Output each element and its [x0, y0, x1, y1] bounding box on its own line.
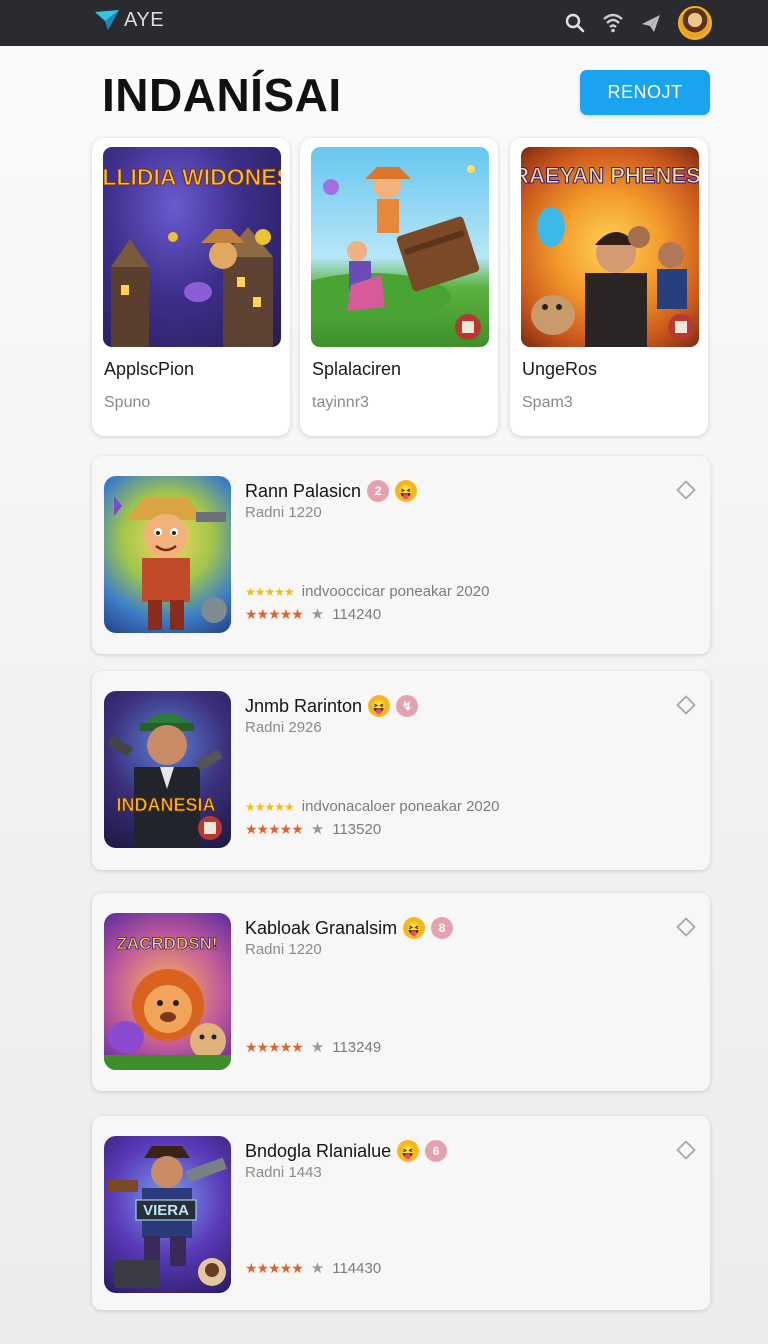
row-art: VIERA [104, 1136, 231, 1293]
row-meta: Radni 1220 [245, 504, 322, 521]
game-card[interactable]: CRAEYAN PHENESIA UngeRos Spam3 [510, 138, 708, 436]
row-art: ZACRDDSN! [104, 913, 231, 1070]
rating-stars: ★★★★★ [245, 605, 304, 622]
emoji-badge: 😝 [368, 695, 391, 717]
card-art-title: CRAEYAN PHENESIA [521, 163, 699, 188]
card-title: ApplscPion [104, 359, 195, 379]
soldier-art: INDANESIA [107, 713, 223, 848]
search-icon[interactable] [564, 12, 586, 34]
row-meta: Radni 1220 [245, 941, 322, 958]
report-button[interactable]: RENOJT [580, 70, 710, 115]
lion-art: ZACRDDSN! [104, 934, 231, 1070]
page-title: INDANÍSAI [102, 69, 342, 121]
row-meta: Radni 1443 [245, 1164, 322, 1181]
castle-art: CALLIDIA WIDONESIA [103, 164, 281, 347]
list-item[interactable]: Rann Palasicn 2 😝 Radni 1220 ★★★★★ indvo… [92, 456, 710, 654]
row-art-title: ZACRDDSN! [116, 934, 217, 953]
star-icon: ★ [310, 1039, 325, 1056]
cowboy-art [114, 496, 227, 630]
card-subtitle: Spuno [104, 394, 151, 411]
rating-stars: ★★★★★ [245, 584, 295, 599]
rating-stars: ★★★★★ [245, 799, 295, 814]
game-card-art: CRAEYAN PHENESIA [521, 147, 699, 347]
heroes-art: CRAEYAN PHENESIA [521, 163, 699, 347]
star-icon: ★ [310, 821, 325, 838]
list-item[interactable]: INDANESIA Jnmb Rarinton 😝 ↯ Radni 2926 ★… [92, 671, 710, 870]
count-badge: 2 [367, 480, 390, 502]
avatar[interactable] [678, 6, 712, 40]
bookmark-diamond-icon[interactable] [676, 1140, 696, 1160]
star-icon: ★ [310, 1260, 325, 1277]
row-art-title: INDANESIA [116, 795, 215, 815]
game-card[interactable]: Splalaciren tayinnr3 [300, 138, 498, 436]
rating-stars: ★★★★★ [245, 1259, 304, 1276]
game-card[interactable]: CALLIDIA WIDONESIA ApplscPion Spuno [92, 138, 290, 436]
star-icon: ★ [310, 606, 325, 623]
gunner-art: VIERA [108, 1146, 227, 1288]
send-icon[interactable] [640, 12, 662, 34]
row-description: indvooccicar poneakar 2020 [301, 583, 490, 600]
count-badge: 8 [431, 917, 454, 939]
emoji-badge: 😝 [397, 1140, 420, 1162]
card-subtitle: Spam3 [522, 394, 573, 411]
row-meta: Radni 2926 [245, 719, 322, 736]
game-card-art: CALLIDIA WIDONESIA [103, 147, 281, 347]
row-title: Rann Palasicn [245, 480, 362, 501]
card-subtitle: tayinnr3 [312, 394, 369, 411]
row-count: 114430 [332, 1259, 382, 1277]
list-item[interactable]: VIERA Bndogla Rlanialue 😝 6 Radni 1443 ★… [92, 1116, 710, 1310]
row-title: Bndogla Rlanialue [245, 1140, 392, 1161]
emoji-badge: 😝 [395, 480, 418, 502]
card-art-title: CALLIDIA WIDONESIA [103, 164, 281, 190]
paper-plane-logo-icon [95, 10, 119, 30]
row-title: Jnmb Rarinton [245, 695, 363, 716]
list-item[interactable]: ZACRDDSN! Kabloak Granalsim 😝 8 Radni 12… [92, 893, 710, 1091]
card-title: Splalaciren [312, 359, 402, 379]
brand-name: AYE [124, 8, 165, 31]
row-description: indvonacaloer poneakar 2020 [301, 798, 500, 815]
rating-stars: ★★★★★ [245, 820, 304, 837]
bookmark-diamond-icon[interactable] [676, 917, 696, 937]
bookmark-diamond-icon[interactable] [676, 480, 696, 500]
card-title: UngeRos [522, 359, 598, 379]
row-count: 114240 [332, 605, 382, 623]
row-art: INDANESIA [104, 691, 231, 848]
game-card-art [311, 147, 489, 347]
row-title: Kabloak Granalsim [245, 917, 398, 938]
row-count: 113520 [332, 820, 382, 838]
count-badge: ↯ [396, 695, 419, 717]
row-count: 113249 [332, 1038, 382, 1056]
row-art [104, 476, 231, 633]
rating-stars: ★★★★★ [245, 1038, 304, 1055]
bookmark-diamond-icon[interactable] [676, 695, 696, 715]
count-badge: 6 [425, 1140, 448, 1162]
row-art-title: VIERA [143, 1202, 189, 1219]
adventure-art [311, 165, 481, 340]
emoji-badge: 😝 [403, 917, 426, 939]
wifi-icon[interactable] [602, 12, 624, 34]
brand[interactable]: AYE [94, 8, 164, 32]
top-bar: AYE [0, 0, 768, 46]
